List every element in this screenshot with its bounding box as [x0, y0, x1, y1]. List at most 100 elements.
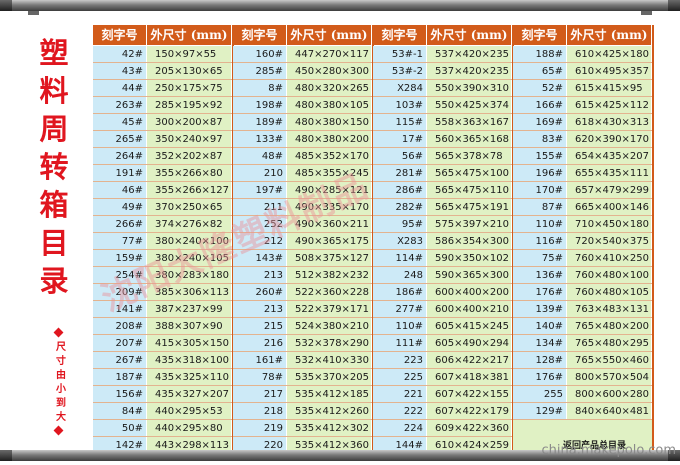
cell-code: 84#	[93, 403, 146, 420]
cell-code: 196#	[513, 165, 566, 182]
site-url[interactable]: china.makepolo.com	[542, 443, 676, 458]
cell-size: 440×295×80	[147, 420, 231, 437]
column-header-size: 外尺寸 (mm)	[147, 25, 231, 45]
title-character: 箱	[39, 188, 69, 222]
cell-code: 213	[233, 267, 286, 284]
column-header-code: 刻字号	[373, 25, 426, 45]
column-header-code: 刻字号	[233, 25, 286, 45]
cell-size: 532×410×330	[287, 352, 371, 369]
cell-size: 435×325×110	[147, 369, 231, 386]
cell-code: 188#	[513, 46, 566, 63]
cell-code: 189#	[233, 114, 286, 131]
cell-size: 800×600×280	[567, 386, 651, 403]
cell-size: 590×365×300	[427, 267, 511, 284]
cell-size: 535×370×205	[287, 369, 371, 386]
diamond-bullet	[53, 327, 64, 338]
cell-size: 560×365×168	[427, 131, 511, 148]
cell-size: 250×175×75	[147, 80, 231, 97]
cell-size: 532×378×290	[287, 335, 371, 352]
cell-code: 49#	[93, 199, 146, 216]
cell-size: 150×97×55	[147, 46, 231, 63]
cell-code: 208#	[93, 318, 146, 335]
cell-size: 558×363×167	[427, 114, 511, 131]
cell-code: 56#	[373, 148, 426, 165]
cell-size: 352×202×87	[147, 148, 231, 165]
cell-code: 266#	[93, 216, 146, 233]
rod-end-right	[668, 0, 680, 11]
subtitle-character: 尺	[56, 342, 66, 353]
cell-size: 480×380×150	[287, 114, 371, 131]
cell-size: 590×350×102	[427, 250, 511, 267]
column-header-size: 外尺寸 (mm)	[567, 25, 651, 45]
cell-size: 535×412×302	[287, 420, 371, 437]
cell-size: 485×352×170	[287, 148, 371, 165]
cell-code: 198#	[233, 97, 286, 114]
cell-code: 169#	[513, 114, 566, 131]
cell-code: 176#	[513, 369, 566, 386]
cell-code: 225	[373, 369, 426, 386]
cell-code: 133#	[233, 131, 286, 148]
cell-code: 44#	[93, 80, 146, 97]
cell-code: 75#	[513, 250, 566, 267]
cell-code: 265#	[93, 131, 146, 148]
cell-code: 186#	[373, 284, 426, 301]
cell-size: 415×305×150	[147, 335, 231, 352]
cell-size: 654×435×207	[567, 148, 651, 165]
cell-code: 65#	[513, 63, 566, 80]
title-character: 周	[39, 112, 69, 146]
cell-size: 720×540×375	[567, 233, 651, 250]
cell-size: 607×418×381	[427, 369, 511, 386]
cell-code: 255	[513, 386, 566, 403]
title-character: 塑	[39, 36, 69, 70]
cell-size: 840×640×481	[567, 403, 651, 420]
cell-size: 355×266×127	[147, 182, 231, 199]
cell-code: 176#	[513, 284, 566, 301]
cell-size: 610×495×357	[567, 63, 651, 80]
cell-code: 111#	[373, 335, 426, 352]
column-header-size: 外尺寸 (mm)	[287, 25, 371, 45]
cell-code: X283	[373, 233, 426, 250]
rod-end-left	[0, 450, 12, 461]
cell-code: 134#	[513, 335, 566, 352]
cell-code: 53#-2	[373, 63, 426, 80]
cell-code: 267#	[93, 352, 146, 369]
cell-code: 110#	[373, 318, 426, 335]
title-character: 录	[39, 264, 69, 298]
cell-size: 610×425×180	[567, 46, 651, 63]
cell-code: 110#	[513, 216, 566, 233]
cell-size: 575×397×210	[427, 216, 511, 233]
cell-code: 215	[233, 318, 286, 335]
subtitle-character: 寸	[56, 356, 66, 367]
cell-size: 765×480×295	[567, 335, 651, 352]
cell-size: 440×295×53	[147, 403, 231, 420]
cell-size: 350×240×97	[147, 131, 231, 148]
cell-code: 77#	[93, 233, 146, 250]
cell-size: 565×378×78	[427, 148, 511, 165]
cell-size: 480×320×265	[287, 80, 371, 97]
cell-size: 388×307×90	[147, 318, 231, 335]
cell-code: 166#	[513, 97, 566, 114]
cell-code: 224	[373, 420, 426, 437]
cell-code: 219	[233, 420, 286, 437]
cell-size: 606×422×217	[427, 352, 511, 369]
cell-code: 103#	[373, 97, 426, 114]
cell-code: 277#	[373, 301, 426, 318]
cell-size: 600×400×200	[427, 284, 511, 301]
catalog-title: 塑料周转箱目录尺寸由小到大	[15, 15, 93, 447]
cell-size: 607×422×155	[427, 386, 511, 403]
cell-code: 42#	[93, 46, 146, 63]
cell-code: 95#	[373, 216, 426, 233]
cell-code: 17#	[373, 131, 426, 148]
cell-code: 207#	[93, 335, 146, 352]
cell-code: 46#	[93, 182, 146, 199]
cell-code: 161#	[233, 352, 286, 369]
cell-size: 600×400×210	[427, 301, 511, 318]
cell-size: 710×450×180	[567, 216, 651, 233]
cell-code: 139#	[513, 301, 566, 318]
cell-code: 222	[373, 403, 426, 420]
cell-code: 53#-1	[373, 46, 426, 63]
subtitle-vertical: 尺寸由小到大	[55, 341, 67, 425]
cell-code: 78#	[233, 369, 286, 386]
cell-code: 281#	[373, 165, 426, 182]
cell-code: 248	[373, 267, 426, 284]
